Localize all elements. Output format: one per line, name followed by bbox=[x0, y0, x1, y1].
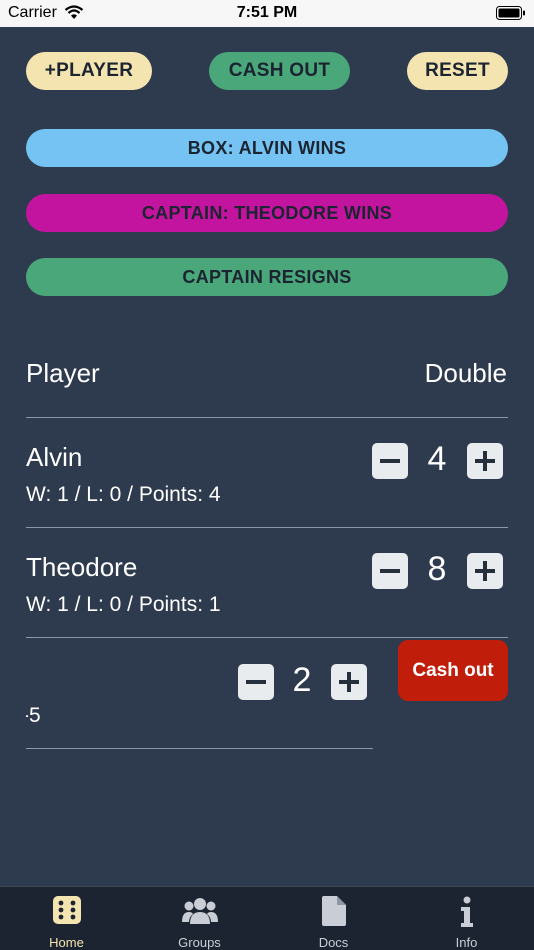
column-header-player: Player bbox=[26, 358, 100, 388]
column-header-double: Double bbox=[424, 358, 507, 388]
battery-icon bbox=[496, 6, 525, 20]
tab-label: Docs bbox=[318, 935, 349, 950]
plus-icon bbox=[475, 451, 495, 471]
tab-home[interactable]: Home bbox=[0, 887, 133, 950]
add-player-button[interactable]: +PLAYER bbox=[26, 52, 152, 90]
divider bbox=[26, 527, 508, 528]
tab-label: Info bbox=[455, 935, 478, 950]
dice-icon bbox=[52, 896, 81, 924]
cash-out-button[interactable]: CASH OUT bbox=[209, 52, 350, 90]
tab-label: Groups bbox=[178, 935, 221, 950]
divider bbox=[26, 748, 373, 749]
swipe-cash-out-button[interactable]: Cash out bbox=[398, 640, 508, 701]
plus-icon bbox=[339, 672, 359, 692]
tab-docs[interactable]: Docs bbox=[267, 887, 400, 950]
decrement-button[interactable] bbox=[372, 443, 408, 479]
minus-icon bbox=[380, 459, 400, 463]
double-value: 4 bbox=[427, 440, 447, 478]
status-bar: Carrier 7:51 PM bbox=[0, 0, 534, 27]
player-stats: W: 1 / L: 0 / Points: 4 bbox=[26, 483, 221, 506]
divider bbox=[26, 637, 508, 638]
tab-bar: Home Groups Docs Info bbox=[0, 886, 534, 950]
player-name: Theodore bbox=[26, 552, 138, 582]
minus-icon bbox=[246, 680, 266, 684]
player-stats: W: 1 / L: 0 / Points: 1 bbox=[26, 593, 221, 616]
tab-label: Home bbox=[49, 935, 84, 950]
increment-button[interactable] bbox=[467, 443, 503, 479]
captain-resigns-button[interactable]: CAPTAIN RESIGNS bbox=[26, 258, 508, 296]
player-stats: oints: -5 bbox=[26, 704, 41, 727]
table-row-swiped[interactable]: oints: -5 2 bbox=[26, 640, 376, 750]
divider bbox=[26, 417, 508, 418]
double-value: 8 bbox=[427, 550, 447, 588]
plus-icon bbox=[475, 561, 495, 581]
player-name: Alvin bbox=[26, 442, 83, 472]
tab-info[interactable]: Info bbox=[400, 887, 533, 950]
document-icon bbox=[321, 896, 346, 926]
captain-wins-button[interactable]: CAPTAIN: THEODORE WINS bbox=[26, 194, 508, 232]
increment-button[interactable] bbox=[467, 553, 503, 589]
users-icon bbox=[181, 898, 218, 924]
info-icon bbox=[460, 896, 473, 927]
clock: 7:51 PM bbox=[236, 4, 298, 21]
decrement-button[interactable] bbox=[372, 553, 408, 589]
minus-icon bbox=[380, 569, 400, 573]
reset-button[interactable]: RESET bbox=[407, 52, 508, 90]
double-value: 2 bbox=[292, 661, 312, 699]
decrement-button[interactable] bbox=[238, 664, 274, 700]
increment-button[interactable] bbox=[331, 664, 367, 700]
box-wins-button[interactable]: BOX: ALVIN WINS bbox=[26, 129, 508, 167]
tab-groups[interactable]: Groups bbox=[133, 887, 266, 950]
